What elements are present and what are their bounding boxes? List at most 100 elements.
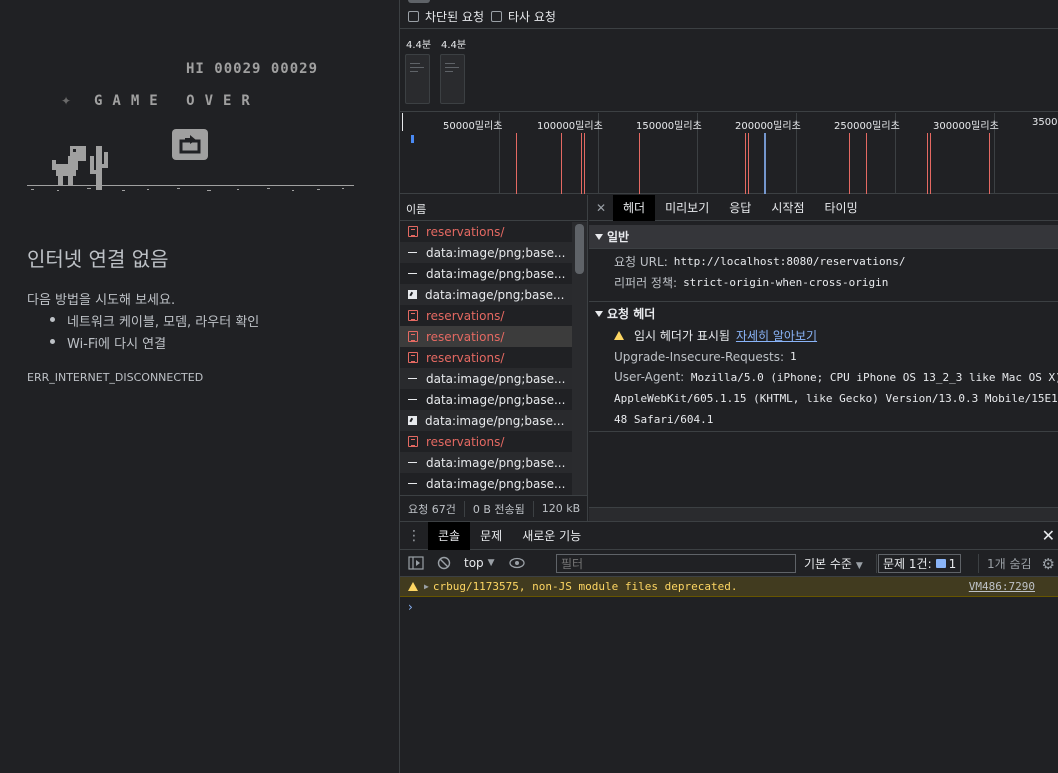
blocked-requests-checkbox[interactable]: 차단된 요청 [408,8,484,25]
context-selector[interactable]: top [464,556,484,570]
tab-preview[interactable]: 미리보기 [655,195,719,221]
expand-triangle-icon [595,233,603,240]
console-toolbar: top ▼ 기본 수준 ▼ 문제 1건: 1 1개 숨김 ⚙ [400,550,1058,577]
tab-timing[interactable]: 타이밍 [814,195,867,221]
image-icon [408,416,417,425]
request-name: data:image/png;base... [426,266,566,281]
timeline-tick: 50000밀리초 [443,121,503,132]
dash-icon [408,373,418,384]
warning-icon [408,582,418,591]
warning-icon [614,331,624,340]
request-name: reservations/ [426,224,505,239]
timeline-tick: 150000밀리초 [636,121,702,132]
devtools-panel: 차단된 요청 타사 요청 4.4분 4.4분 50000밀리초 100000밀리… [399,0,1058,773]
table-row[interactable]: data:image/png;base... [400,284,572,305]
restart-button[interactable] [172,129,208,160]
offline-page: HI 00029 00029 ✦ GAME OVER 인터넷 연결 없음 다음 … [0,0,399,773]
timeline-tick: 200000밀리초 [735,121,801,132]
table-row[interactable]: data:image/png;base... [400,473,572,494]
error-code: ERR_INTERNET_DISCONNECTED [27,371,204,384]
clear-console-icon[interactable] [436,556,452,570]
request-list-scrollbar[interactable] [572,222,587,495]
tab-issues[interactable]: 문제 [470,522,512,550]
message-source-link[interactable]: VM486:7290 [969,580,1035,593]
table-row[interactable]: data:image/png;base... [400,389,572,410]
eye-icon[interactable] [508,556,525,570]
dash-icon [408,457,418,468]
frame-time: 4.4분 [441,40,467,51]
network-overview-timeline[interactable]: 50000밀리초 100000밀리초 150000밀리초 200000밀리초 2… [400,113,1058,194]
request-name: data:image/png;base... [426,476,566,491]
header-row: Upgrade-Insecure-Requests: 1 [614,349,797,364]
screenshot-filmstrip: 4.4분 4.4분 [400,30,1058,112]
list-item: 네트워크 케이블, 모뎀, 라우터 확인 [47,311,259,333]
gear-icon[interactable]: ⚙ [1042,555,1055,573]
general-section-toggle[interactable]: 일반 [589,225,1058,249]
log-level-select[interactable]: 기본 수준 ▼ [804,555,863,572]
request-url-row: 요청 URL: http://localhost:8080/reservatio… [614,255,906,269]
timeline-tick: 100000밀리초 [537,121,603,132]
sidebar-toggle-icon[interactable] [408,556,424,570]
restart-icon [179,135,201,154]
game-over-text: GAME OVER [94,93,260,109]
more-options-icon[interactable]: ⋮ [400,528,428,544]
list-item: Wi-Fi에 다시 연결 [47,333,259,355]
console-filter-input[interactable] [556,554,796,573]
learn-more-link[interactable]: 자세히 알아보기 [736,327,817,344]
document-icon [408,331,418,342]
issues-button[interactable]: 문제 1건: 1 [878,554,962,573]
ground-line [27,185,354,186]
request-name: data:image/png;base... [425,413,565,428]
third-party-checkbox[interactable]: 타사 요청 [491,8,556,25]
request-name: reservations/ [426,350,505,365]
transferred-size: 0 B 전송됨 [465,500,534,517]
console-prompt[interactable]: › [400,597,1058,617]
table-row[interactable]: data:image/png;base... [400,263,572,284]
table-row[interactable]: reservations/ [400,326,572,347]
console-drawer: ⋮ 콘솔 문제 새로운 기능 ✕ top ▼ 기본 수준 ▼ [400,521,1058,773]
document-icon [408,226,418,237]
detail-scrollbar[interactable] [589,507,1058,521]
table-row[interactable]: reservations/ [400,221,572,242]
detail-tabs: ✕ 헤더 미리보기 응답 시작점 타이밍 [589,194,1058,221]
console-warning-message: ▶ crbug/1173575, non-JS module files dep… [400,577,1058,597]
tab-whats-new[interactable]: 새로운 기능 [512,522,591,550]
table-row[interactable]: data:image/png;base... [400,368,572,389]
suggestions-intro: 다음 방법을 시도해 보세요. [27,293,176,308]
table-row[interactable]: reservations/ [400,431,572,452]
table-row[interactable]: data:image/png;base... [400,452,572,473]
dash-icon [408,268,418,279]
table-row[interactable]: reservations/ [400,305,572,326]
dash-icon [408,394,418,405]
filmstrip-frame[interactable] [440,54,465,104]
close-icon[interactable]: ✕ [589,201,613,215]
document-icon [408,310,418,321]
network-filter-bar: 차단된 요청 타사 요청 [400,0,1058,29]
request-name: data:image/png;base... [426,245,566,260]
ground-texture [31,188,344,191]
request-name: reservations/ [426,329,505,344]
request-name: data:image/png;base... [426,392,566,407]
request-name: data:image/png;base... [426,371,566,386]
star-icon: ✦ [61,94,72,108]
filmstrip-frame[interactable] [405,54,430,104]
name-column-header[interactable]: 이름 [400,195,587,221]
frame-time: 4.4분 [406,40,432,51]
network-summary-bar: 요청 67건 0 B 전송됨 120 kB [400,495,588,521]
table-row[interactable]: data:image/png;base... [400,242,572,263]
expand-triangle-icon [595,310,603,317]
close-drawer-icon[interactable]: ✕ [1042,526,1055,545]
expand-arrow-icon[interactable]: ▶ [424,582,429,591]
chevron-down-icon: ▼ [487,558,495,568]
page-title: 인터넷 연결 없음 [27,247,169,271]
tab-response[interactable]: 응답 [719,195,761,221]
table-row[interactable]: reservations/ [400,347,572,368]
request-headers-toggle[interactable]: 요청 헤더 [589,301,1058,325]
tab-initiator[interactable]: 시작점 [761,195,814,221]
dino-icon [52,146,86,186]
table-row[interactable]: data:image/png;base... [400,410,572,431]
tab-headers[interactable]: 헤더 [613,194,656,221]
suggestions-list: 네트워크 케이블, 모뎀, 라우터 확인 Wi-Fi에 다시 연결 [47,311,259,355]
timeline-tick: 250000밀리초 [834,121,900,132]
tab-console[interactable]: 콘솔 [428,521,471,550]
